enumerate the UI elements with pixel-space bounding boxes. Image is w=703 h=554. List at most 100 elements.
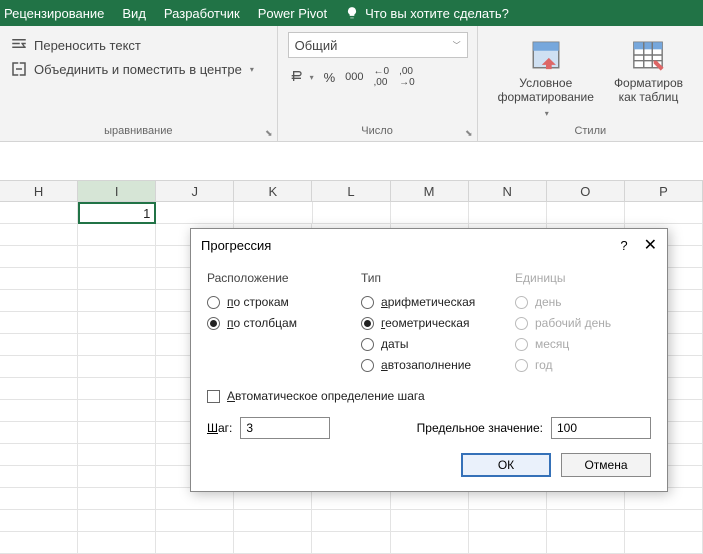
ok-button[interactable]: ОК — [461, 453, 551, 477]
menu-view[interactable]: Вид — [122, 6, 146, 21]
conditional-formatting-button[interactable]: Условное форматирование▾ — [498, 38, 594, 118]
cell[interactable] — [0, 378, 78, 400]
cell[interactable] — [547, 510, 625, 532]
group-units-title: Единицы — [515, 271, 651, 285]
cell[interactable] — [0, 202, 78, 224]
cell[interactable] — [625, 532, 703, 554]
merge-center-button[interactable]: Объединить и поместить в центре ▾ — [10, 60, 267, 78]
cell[interactable] — [78, 312, 156, 334]
cell[interactable] — [234, 510, 312, 532]
menu-power-pivot[interactable]: Power Pivot — [258, 6, 327, 21]
radio-by-columns[interactable]: по столбцам — [207, 316, 343, 330]
column-header[interactable]: L — [312, 180, 390, 202]
cell[interactable] — [78, 356, 156, 378]
dialog-launcher-icon[interactable]: ⬊ — [465, 128, 473, 139]
cell[interactable] — [312, 532, 390, 554]
menu-developer[interactable]: Разработчик — [164, 6, 240, 21]
cell[interactable] — [547, 532, 625, 554]
cell[interactable]: 1 — [78, 202, 156, 224]
cell[interactable] — [78, 532, 156, 554]
cell[interactable] — [0, 224, 78, 246]
cell[interactable] — [234, 202, 312, 224]
column-header[interactable]: I — [78, 180, 156, 202]
column-header[interactable]: J — [156, 180, 234, 202]
cell[interactable] — [391, 510, 469, 532]
accounting-format-button[interactable]: ▾ — [288, 69, 314, 85]
step-input[interactable] — [240, 417, 330, 439]
menu-review[interactable]: Рецензирование — [4, 6, 104, 21]
column-header[interactable]: O — [547, 180, 625, 202]
cell[interactable] — [391, 532, 469, 554]
column-header[interactable]: H — [0, 180, 78, 202]
cell[interactable] — [469, 532, 547, 554]
cell[interactable] — [156, 202, 234, 224]
cell[interactable] — [0, 246, 78, 268]
radio-by-rows[interactable]: по строкам — [207, 295, 343, 309]
radio-geometric[interactable]: геометрическая — [361, 316, 497, 330]
close-button[interactable]: ✕ — [644, 235, 657, 255]
cell[interactable] — [469, 202, 547, 224]
cell[interactable] — [0, 334, 78, 356]
cell[interactable] — [78, 268, 156, 290]
radio-autofill[interactable]: автозаполнение — [361, 358, 497, 372]
column-header[interactable]: M — [391, 180, 469, 202]
cell[interactable] — [313, 202, 391, 224]
auto-step-checkbox[interactable]: Автоматическое определение шага — [207, 389, 651, 403]
cell[interactable] — [0, 312, 78, 334]
column-header[interactable]: P — [625, 180, 703, 202]
cell[interactable] — [0, 422, 78, 444]
cell[interactable] — [156, 532, 234, 554]
decrease-decimal-button[interactable]: ,00→0 — [399, 66, 415, 88]
cell[interactable] — [78, 510, 156, 532]
cell[interactable] — [78, 290, 156, 312]
cell[interactable] — [625, 202, 703, 224]
radio-icon — [361, 317, 374, 330]
percent-button[interactable]: % — [324, 70, 336, 85]
radio-arithmetic[interactable]: арифметическая — [361, 295, 497, 309]
cell[interactable] — [78, 246, 156, 268]
radio-icon — [207, 317, 220, 330]
cell[interactable] — [0, 466, 78, 488]
cell[interactable] — [234, 532, 312, 554]
increase-decimal-button[interactable]: ←0,00 — [374, 66, 390, 88]
cell[interactable] — [0, 400, 78, 422]
cell[interactable] — [0, 268, 78, 290]
radio-dates[interactable]: даты — [361, 337, 497, 351]
chevron-down-icon: ▾ — [545, 109, 549, 119]
radio-icon — [361, 338, 374, 351]
cell[interactable] — [0, 510, 78, 532]
number-format-select[interactable]: Общий ﹀ — [288, 32, 468, 58]
chevron-down-icon: ▾ — [250, 65, 254, 74]
comma-button[interactable]: 000 — [345, 71, 363, 83]
cell[interactable] — [78, 400, 156, 422]
cell[interactable] — [391, 202, 469, 224]
cell[interactable] — [0, 444, 78, 466]
cell[interactable] — [547, 202, 625, 224]
cell[interactable] — [0, 290, 78, 312]
cell[interactable] — [312, 510, 390, 532]
cell[interactable] — [78, 444, 156, 466]
dialog-launcher-icon[interactable]: ⬊ — [265, 128, 273, 139]
format-as-table-button[interactable]: Форматиров как таблиц — [614, 38, 683, 118]
cell[interactable] — [78, 422, 156, 444]
cell[interactable] — [0, 532, 78, 554]
cell[interactable] — [156, 510, 234, 532]
ribbon-group-alignment: Переносить текст Объединить и поместить … — [0, 26, 278, 141]
cell[interactable] — [78, 466, 156, 488]
cell[interactable] — [625, 510, 703, 532]
cell[interactable] — [78, 334, 156, 356]
cell[interactable] — [0, 356, 78, 378]
cell[interactable] — [78, 224, 156, 246]
column-header[interactable]: N — [469, 180, 547, 202]
column-header[interactable]: K — [234, 180, 312, 202]
cell[interactable] — [78, 378, 156, 400]
help-button[interactable]: ? — [620, 238, 627, 253]
cell[interactable] — [0, 488, 78, 510]
cancel-button[interactable]: Отмена — [561, 453, 651, 477]
cell[interactable] — [78, 488, 156, 510]
radio-month: месяц — [515, 337, 651, 351]
tell-me[interactable]: Что вы хотите сделать? — [345, 6, 509, 21]
wrap-text-button[interactable]: Переносить текст — [10, 36, 267, 54]
limit-input[interactable] — [551, 417, 651, 439]
cell[interactable] — [469, 510, 547, 532]
